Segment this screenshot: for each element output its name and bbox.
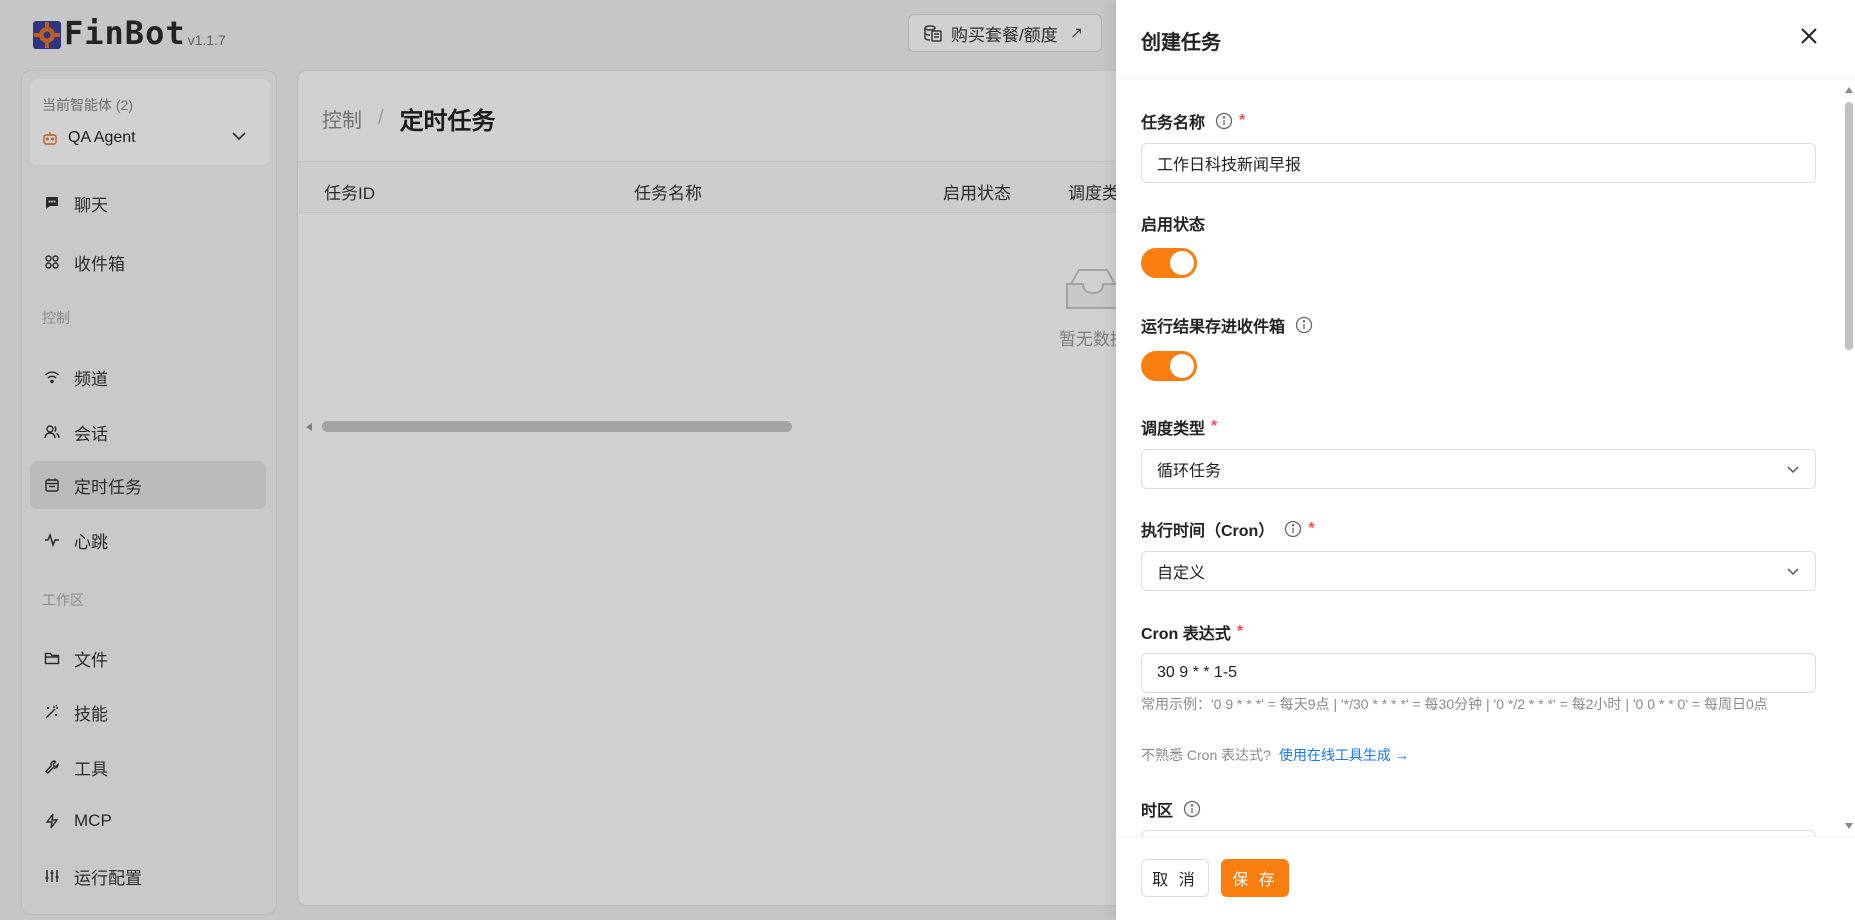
- vertical-scrollbar[interactable]: [1845, 102, 1853, 350]
- required-mark: *: [1308, 520, 1315, 537]
- timezone-label-text: 时区: [1141, 803, 1174, 820]
- exec-time-label-text: 执行时间（Cron）: [1141, 523, 1275, 540]
- save-inbox-label-text: 运行结果存进收件箱: [1141, 319, 1286, 336]
- cron-examples-hint: 常用示例：'0 9 * * *' = 每天9点 | '*/30 * * * *'…: [1141, 696, 1768, 712]
- cron-expr-input[interactable]: 30 9 * * 1-5: [1141, 653, 1816, 693]
- chevron-down-icon: [1787, 466, 1799, 474]
- enabled-label: 启用状态: [1141, 217, 1206, 234]
- schedule-type-label: 调度类型 *: [1141, 415, 1217, 439]
- save-inbox-toggle[interactable]: [1141, 351, 1197, 381]
- create-task-drawer: 创建任务 任务名称 * 工作日科技新闻早报 启用状态 运行结果存进收件箱 调度类…: [1116, 0, 1855, 920]
- info-icon[interactable]: [1215, 112, 1233, 130]
- info-icon[interactable]: [1284, 520, 1302, 538]
- scroll-up-arrow[interactable]: [1845, 87, 1853, 93]
- required-mark: *: [1239, 112, 1246, 129]
- info-icon[interactable]: [1183, 800, 1201, 818]
- info-icon[interactable]: [1295, 316, 1313, 334]
- drawer-title: 创建任务: [1141, 32, 1221, 54]
- chevron-down-icon: [1787, 568, 1799, 576]
- cron-generator-link[interactable]: 使用在线工具生成 →: [1279, 747, 1409, 763]
- save-inbox-label: 运行结果存进收件箱: [1141, 313, 1313, 337]
- drawer-footer: 取 消 保 存: [1116, 836, 1855, 920]
- drawer-body: 任务名称 * 工作日科技新闻早报 启用状态 运行结果存进收件箱 调度类型 * 循…: [1116, 80, 1855, 836]
- timezone-label: 时区: [1141, 797, 1201, 821]
- exec-time-label: 执行时间（Cron） *: [1141, 517, 1315, 541]
- task-name-input[interactable]: 工作日科技新闻早报: [1141, 143, 1816, 183]
- task-name-label-text: 任务名称: [1141, 115, 1206, 132]
- task-name-label: 任务名称 *: [1141, 109, 1245, 133]
- drawer-header: 创建任务: [1116, 0, 1855, 79]
- schedule-type-select[interactable]: 循环任务: [1141, 449, 1816, 489]
- toggle-knob: [1170, 354, 1194, 378]
- schedule-type-label-text: 调度类型: [1141, 421, 1206, 438]
- cron-help-text: 不熟悉 Cron 表达式?: [1141, 747, 1271, 763]
- exec-time-select[interactable]: 自定义: [1141, 551, 1816, 591]
- scroll-down-arrow[interactable]: [1845, 823, 1853, 829]
- cron-help: 不熟悉 Cron 表达式? 使用在线工具生成 →: [1141, 744, 1831, 766]
- cron-expr-label-text: Cron 表达式: [1141, 626, 1231, 643]
- exec-time-value: 自定义: [1157, 565, 1206, 582]
- cron-expr-label: Cron 表达式 *: [1141, 620, 1243, 644]
- toggle-knob: [1170, 251, 1194, 275]
- required-mark: *: [1211, 418, 1218, 435]
- enabled-toggle[interactable]: [1141, 248, 1197, 278]
- cancel-button[interactable]: 取 消: [1141, 859, 1209, 897]
- required-mark: *: [1236, 623, 1244, 640]
- close-icon[interactable]: [1797, 24, 1821, 48]
- schedule-type-value: 循环任务: [1157, 463, 1222, 480]
- save-button[interactable]: 保 存: [1221, 859, 1289, 897]
